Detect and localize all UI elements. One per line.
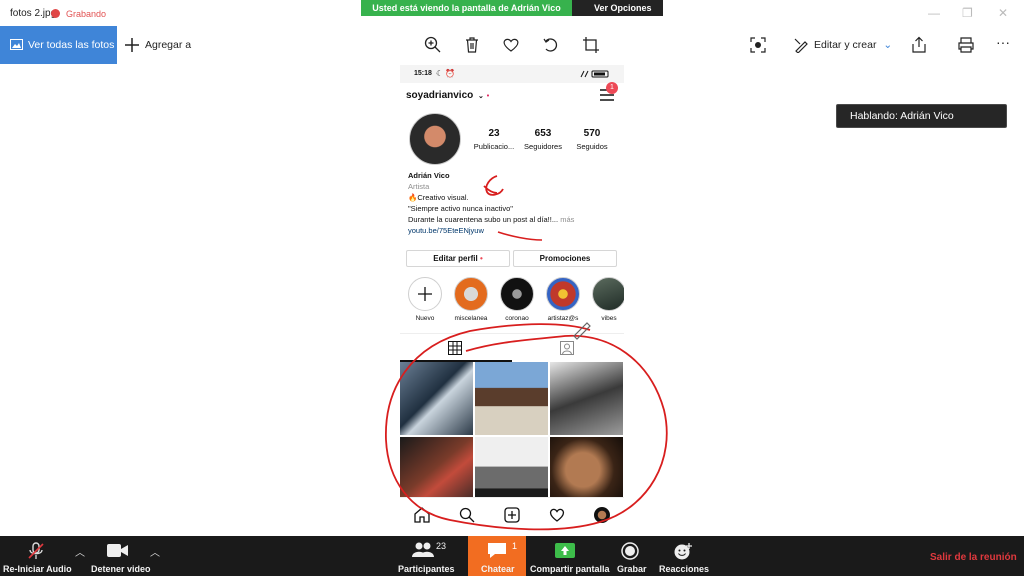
chevron-up-icon[interactable]: ︿ [150, 544, 160, 559]
highlight-label: artistaz@s [547, 315, 579, 322]
chevron-down-icon: ⌄ [883, 39, 893, 51]
highlight-miscelanea[interactable] [454, 277, 488, 311]
grid-icon[interactable] [448, 341, 462, 355]
maximize-icon[interactable]: ❐ [962, 6, 973, 20]
highlight-artistazs[interactable] [546, 277, 580, 311]
highlight-new[interactable] [408, 277, 442, 311]
more-icon[interactable]: ··· [996, 34, 1010, 50]
muted-microphone-icon[interactable] [27, 542, 45, 560]
participants-icon[interactable] [412, 542, 434, 558]
add-to-label: Agregar a [145, 39, 192, 51]
bio-category: Artista [408, 182, 430, 191]
bio-more-link[interactable]: más [560, 215, 574, 224]
phone-bottom-nav [400, 497, 624, 533]
plus-icon [418, 287, 432, 301]
highlight-label: miscelanea [454, 315, 488, 322]
post-thumbnail[interactable] [475, 362, 548, 435]
add-post-icon[interactable] [504, 507, 520, 523]
recording-icon [51, 9, 60, 18]
photo-icon [10, 39, 23, 50]
post-thumbnail[interactable] [400, 362, 473, 435]
instagram-profile-screenshot: 15:18 ☾ ⏰ soyadrianvico ⌄ • 1 23 Publica… [400, 65, 624, 535]
highlight-label: Nuevo [415, 315, 435, 322]
see-all-photos-button[interactable]: Ver todas las fotos [0, 26, 117, 64]
chat-button-label: Chatear [481, 564, 515, 574]
profile-tabs [400, 333, 624, 362]
reactions-button-label[interactable]: Reacciones [659, 564, 709, 574]
status-icons: ☾ ⏰ [436, 69, 456, 78]
speaking-indicator: Hablando: Adrián Vico [836, 104, 1007, 128]
favorite-icon[interactable] [502, 36, 520, 54]
phone-status-bar: 15:18 ☾ ⏰ [400, 65, 624, 83]
see-all-photos-label: Ver todas las fotos [28, 39, 115, 51]
chat-count: 1 [512, 541, 518, 551]
recording-label: Grabando [66, 9, 107, 19]
home-icon[interactable] [414, 507, 430, 523]
window-title: fotos 2.jpg [10, 8, 57, 19]
crop-icon[interactable] [582, 36, 600, 54]
bio-line-1: 🔥Creativo visual. [408, 193, 469, 202]
leave-meeting-button[interactable]: Salir de la reunión [930, 552, 1017, 563]
rotate-icon[interactable] [542, 36, 560, 54]
highlight-vibes[interactable] [592, 277, 624, 311]
profile-tab-avatar[interactable] [594, 507, 610, 523]
promotions-button[interactable]: Promociones [513, 250, 617, 267]
highlight-coronao[interactable] [500, 277, 534, 311]
minimize-icon[interactable]: — [928, 6, 940, 20]
profile-username: soyadrianvico ⌄ • [406, 90, 490, 101]
activity-icon[interactable] [549, 507, 565, 523]
plus-icon [125, 38, 139, 52]
avatar[interactable] [409, 113, 461, 165]
bio-link[interactable]: youtu.be/75EteENjyuw [408, 226, 484, 235]
bio-name: Adrián Vico [408, 171, 450, 180]
reactions-icon[interactable] [673, 542, 693, 560]
status-time: 15:18 [414, 70, 432, 77]
post-thumbnail[interactable] [550, 362, 623, 435]
screen-share-banner: Usted está viendo la pantalla de Adrián … [361, 0, 572, 16]
tagged-icon[interactable] [560, 341, 574, 355]
highlight-label: vibes [601, 315, 617, 322]
video-camera-icon[interactable] [107, 543, 129, 558]
record-icon[interactable] [621, 542, 639, 560]
video-button-label[interactable]: Detener video [91, 564, 151, 574]
edit-create-button[interactable]: Editar y crear ⌄ [794, 26, 892, 64]
close-icon[interactable]: ✕ [998, 6, 1008, 20]
enhance-icon[interactable] [749, 36, 767, 54]
chevron-up-icon[interactable]: ︿ [75, 544, 85, 559]
share-screen-button-label[interactable]: Compartir pantalla [530, 564, 610, 574]
bio-line-3: Durante la cuarentena subo un post al dí… [408, 215, 575, 224]
share-screen-icon[interactable] [555, 543, 575, 558]
participants-button-label[interactable]: Participantes [398, 564, 455, 574]
participants-count: 23 [436, 541, 447, 551]
battery-icon [580, 70, 609, 78]
mute-button-label[interactable]: Re-Iniciar Audio [3, 564, 72, 574]
highlight-label: coronao [505, 315, 529, 322]
view-options-label: Ver Opciones [594, 3, 652, 13]
edit-create-label: Editar y crear [814, 39, 877, 51]
delete-icon[interactable] [463, 36, 481, 54]
add-to-button[interactable]: Agregar a [125, 26, 191, 64]
notification-badge: 1 [606, 82, 618, 94]
view-options-button[interactable]: Ver Opciones ⌄ [572, 0, 663, 29]
share-icon[interactable] [910, 36, 928, 54]
edit-icon [794, 38, 808, 53]
print-icon[interactable] [957, 36, 975, 54]
bio-line-2: "Siempre activo nunca inactivo" [408, 204, 513, 213]
zoom-in-icon[interactable] [424, 36, 442, 54]
record-button-label[interactable]: Grabar [617, 564, 647, 574]
edit-profile-button[interactable]: Editar perfil • [406, 250, 510, 267]
chat-icon [488, 543, 506, 558]
search-icon[interactable] [459, 507, 475, 523]
stat-following[interactable]: 570 Seguidos [563, 128, 621, 151]
